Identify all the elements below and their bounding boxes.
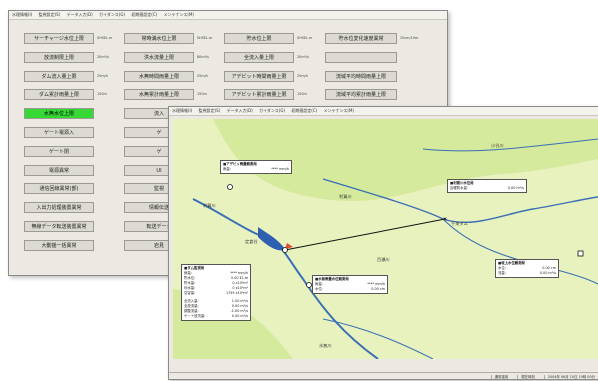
menu-water-info[interactable]: 水理情報(I) <box>12 12 32 17</box>
alarm-button-2-3[interactable]: 水無時間雨量上限 <box>124 70 194 82</box>
menu-guidance[interactable]: ガイダンス(G) <box>99 12 125 17</box>
alarm-threshold-1-2: 20m³/s <box>97 54 109 59</box>
gauge-level-value: 0.00 cm <box>371 287 385 291</box>
upper-station-box[interactable]: ■利賀川水位局 反曜防水量: 0.00 m³/s <box>447 179 527 193</box>
menu-maintenance[interactable]: メンテナンス(M) <box>164 12 195 17</box>
alarm-button-4-4[interactable]: 流域平均累計雨量上限 <box>325 89 397 101</box>
relay-icon[interactable]: ✶ <box>442 216 447 223</box>
front-menubar: 水理情報(I) 監視設定(S) データ入力(D) ガイダンス(G) 初期値設定(… <box>169 107 598 116</box>
gauge-station-icon[interactable] <box>306 282 312 288</box>
alarm-threshold-3-2: 20m³/s <box>297 54 309 59</box>
label-river-4: 百瀬川 <box>377 257 390 262</box>
alarm-threshold-2-2: 80m³/s <box>197 54 209 59</box>
alarm-button-4-3[interactable]: 流域平均時間雨量上限 <box>325 70 397 82</box>
lower-station-icon[interactable] <box>577 250 584 257</box>
menu-monitor[interactable]: 監視設定(S) <box>39 12 61 17</box>
menu-data-input-front[interactable]: データ入力(D) <box>227 108 253 113</box>
rain-station-box[interactable]: ■アデビッ雨量観測局 雨量: **** mm/h <box>220 160 292 174</box>
alarm-button-1-8[interactable]: 電源異常 <box>24 164 94 176</box>
status-clock-label: 現在時刻 <box>517 375 535 379</box>
alarm-button-1-5[interactable]: 水無水位上限 <box>24 108 94 120</box>
dam-row: ゲート放流量: 0.00 m³/s <box>184 314 248 319</box>
menu-initial-front[interactable]: 初期値設定(C) <box>291 108 317 113</box>
alarm-button-2-4[interactable]: 水無累計雨量上限 <box>124 89 194 101</box>
alarm-button-2-1[interactable]: 常時満水位上限 <box>124 33 194 44</box>
dam-station-icon[interactable] <box>282 247 288 253</box>
alarm-threshold-3-1: SHSEL.m <box>297 36 313 40</box>
river-map-svg: ✶ <box>173 119 598 359</box>
alarm-threshold-2-3: 25m/h <box>197 73 208 78</box>
alarm-threshold-1-3: 25m/h <box>97 73 108 78</box>
label-river-5: 水無川 <box>319 343 332 348</box>
alarm-threshold-2-1: SHSEL.m <box>197 36 213 40</box>
rain-station-icon[interactable] <box>227 184 233 190</box>
menu-data-input[interactable]: データ入力(D) <box>67 12 93 17</box>
label-station: 定倉谷 <box>245 239 258 244</box>
map-window: 水理情報(I) 監視設定(S) データ入力(D) ガイダンス(G) 初期値設定(… <box>168 106 598 380</box>
label-dam-name: 千束ダム <box>451 221 468 226</box>
alarm-button-1-1[interactable]: サーチャージ水位上限 <box>24 33 94 44</box>
river-map[interactable]: ✶ ■アデビッ雨量観測局 雨量: **** mm/h ■利賀川水位局 反曜防水量:… <box>173 119 598 359</box>
dam-row-value: 1759 x10³m³ <box>225 291 248 295</box>
menu-maintenance-front[interactable]: メンテナンス(M) <box>324 108 355 113</box>
lower-flow-value: 0.00 m³/s <box>539 271 556 275</box>
alarm-button-3-3[interactable]: アデビット時間雨量上限 <box>224 70 294 82</box>
alarm-button-1-3[interactable]: ダム流入量上限 <box>24 70 94 82</box>
alarm-threshold-1-4: 150m <box>97 92 107 97</box>
alarm-threshold-3-4: 150m <box>297 92 307 97</box>
upper-box-label: 反曜防水量: <box>450 186 469 190</box>
label-river-1: 小谷川 <box>491 143 504 148</box>
alarm-button-1-4[interactable]: ダム累計雨量上限 <box>24 89 94 101</box>
rain-box-value: **** mm/h <box>271 167 289 171</box>
rain-box-label: 雨量: <box>223 167 231 171</box>
alarm-button-1-11[interactable]: 無線データ転送装置異常 <box>24 221 94 232</box>
alarm-button-1-7[interactable]: ゲート閉 <box>24 145 94 157</box>
alarm-button-1-10[interactable]: 入出力処理装置異常 <box>24 202 94 214</box>
dam-row-label: ゲート放流量: <box>184 314 206 318</box>
alarm-button-1-6[interactable]: ゲート電源入 <box>24 127 94 138</box>
status-mode: 通常運用 <box>490 375 509 379</box>
label-river-2: 利賀川 <box>339 194 352 199</box>
dam-reservoir <box>258 227 285 251</box>
alarm-button-1-12[interactable]: 大動揺一括異常 <box>24 239 94 251</box>
alarm-button-3-1[interactable]: 貯水位上限 <box>224 33 294 44</box>
gauge-level-label: 水位: <box>315 287 323 291</box>
dam-row-value: 0.00 m³/s <box>231 314 248 318</box>
status-datetime: 2004年 06月 10日 19時 00分 <box>543 375 595 379</box>
alarm-threshold-3-3: 25m/h <box>297 73 308 78</box>
alarm-threshold-1-1: SHSEL.m <box>97 36 113 40</box>
dam-box-rows: 雨量: **** mm/h 貯水位: 0.00 EL.m 貯水量: 0 x10³m³ 利水量… <box>184 271 248 319</box>
alarm-button-2-2[interactable]: 洪水流量上限 <box>124 51 194 63</box>
lower-flow-label: 流量: <box>498 271 506 275</box>
alarm-threshold-2-4: 150m <box>197 92 207 97</box>
alarm-button-3-4[interactable]: アデビット累計雨量上限 <box>224 89 294 101</box>
alarm-button-1-9[interactable]: 通信回線異常(部) <box>24 183 94 195</box>
label-river-3: 利賀川 <box>203 203 216 208</box>
back-menubar: 水理情報(I) 監視設定(S) データ入力(D) ガイダンス(G) 初期値設定(… <box>9 11 447 20</box>
menu-monitor-front[interactable]: 監視設定(S) <box>199 108 221 113</box>
alarm-threshold-4-1: 25cm/10m <box>400 36 419 40</box>
alarm-button-3-2[interactable]: 全流入量上限 <box>224 51 294 63</box>
menu-initial[interactable]: 初期値設定(C) <box>131 12 157 17</box>
dam-row: 空容量: 1759 x10³m³ <box>184 291 248 296</box>
lower-station-box[interactable]: ■坂上水位観測局 水位: 0.00 cm 流量: 0.00 m³/s <box>495 259 559 278</box>
menu-water-info-front[interactable]: 水理情報(I) <box>172 108 192 113</box>
telemetry-link <box>284 218 446 251</box>
gauge-station-box[interactable]: ■水無雨量水位観測局 雨量: **** mm/h 水位: 0.00 cm <box>312 275 388 294</box>
alarm-button-4-2[interactable] <box>325 51 397 63</box>
dam-row-label: 空容量: <box>184 291 196 295</box>
menu-guidance-front[interactable]: ガイダンス(G) <box>259 108 285 113</box>
alarm-button-1-2[interactable]: 放流制限上限 <box>24 51 94 63</box>
dam-station-box[interactable]: ■ダム監視局 雨量: **** mm/h 貯水位: 0.00 EL.m 貯水量: 0 x1… <box>181 264 251 321</box>
upper-box-value: 0.00 m³/s <box>507 186 524 190</box>
alarm-button-4-1[interactable]: 貯水位変化速度異常 <box>325 33 397 44</box>
status-bar: 通常運用 現在時刻 2004年 06月 10日 19時 00分 <box>169 372 598 379</box>
